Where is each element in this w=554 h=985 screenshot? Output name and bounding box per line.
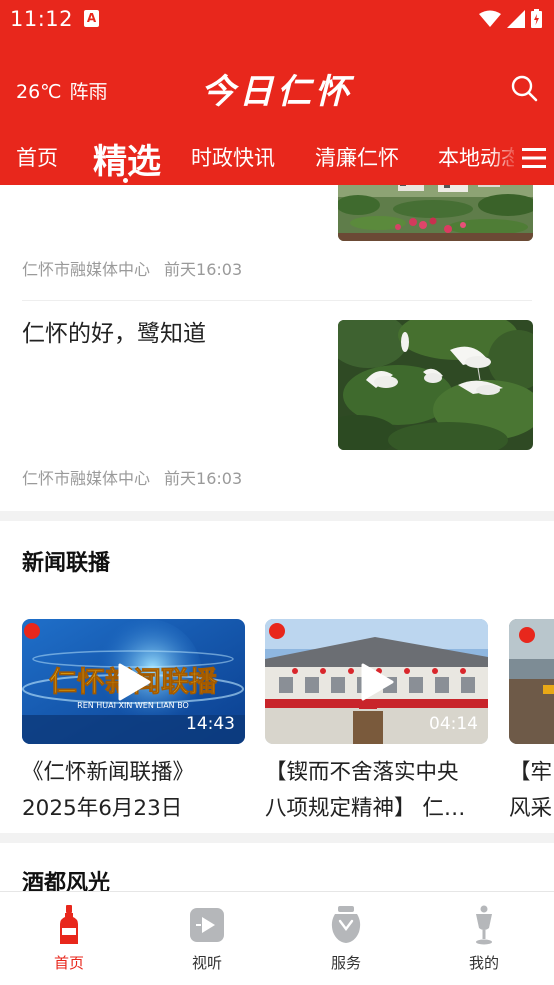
menu-icon [522,147,546,168]
search-icon [511,75,538,102]
search-button[interactable] [510,74,538,102]
article-meta: 仁怀市融媒体中心 前天16:03 [22,256,242,280]
list-item[interactable]: 仁怀市融媒体中心 前天16:03 [0,185,554,301]
video-thumbnail [509,619,554,744]
battery-icon [531,9,542,28]
app-logo-title: 今日仁怀 [201,72,353,112]
notification-app-icon: A [84,10,99,27]
tab-politics-news[interactable]: 时政快讯 [191,142,275,172]
article-title: 仁怀的好，鹭知道 [22,321,206,347]
nav-label: 首页 [53,954,84,972]
section-separator [0,511,554,521]
video-card[interactable]: 仁怀新闻联播 REN HUAI XIN WEN LIAN BO 14:43 《仁… [22,619,245,821]
news-feed[interactable]: 仁怀市融媒体中心 前天16:03 仁怀的好，鹭知道 仁怀市融媒体中心 前天16:03 [0,185,554,891]
app-header: 11:12 A 26℃ 阵雨 今日仁怀 首页 精选 时政快讯 清廉仁怀 本地动态 [0,0,554,185]
status-time: 11:12 [10,7,74,31]
article-time: 前天16:03 [164,260,243,279]
section-title-news-broadcast: 新闻联播 [22,551,111,576]
video-caption-line: 八项规定精神】 仁… [265,796,466,821]
tab-featured[interactable]: 精选 [93,134,161,183]
video-thumb-subtitle: REN HUAI XIN WEN LIAN BO [77,701,189,710]
tab-clean-renhuai[interactable]: 清廉仁怀 [315,142,399,172]
nav-video[interactable]: 视听 [167,904,247,973]
nav-home[interactable]: 首页 [29,904,109,973]
article-thumbnail [338,185,533,241]
wine-jar-icon [331,906,361,943]
play-icon [361,663,393,700]
article-source: 仁怀市融媒体中心 [22,260,151,279]
nav-label: 我的 [468,954,499,972]
video-thumbnail: 仁怀新闻联播 REN HUAI XIN WEN LIAN BO 14:43 [22,619,245,744]
active-tab-indicator [123,178,128,183]
liquor-bottle-icon [60,905,78,944]
play-icon [118,663,150,700]
video-duration: 04:14 [429,714,478,734]
status-bar: 11:12 A [0,0,554,40]
nav-label: 视听 [191,954,222,972]
nav-services[interactable]: 服务 [306,904,386,973]
video-card[interactable]: 04:14 【锲而不舍落实中央 八项规定精神】 仁… [265,619,488,821]
video-card[interactable]: 【牢 风采 [509,619,554,839]
video-caption-line: 2025年6月23日 [22,796,183,821]
bottom-navigation: 首页 视听 服务 我的 [0,891,554,985]
section-title-scenery: 酒都风光 [22,871,111,891]
nav-profile[interactable]: 我的 [444,904,524,973]
tab-home[interactable]: 首页 [16,142,58,172]
video-caption-line: 风采 [509,796,553,821]
video-caption-line: 【锲而不舍落实中央 [265,760,459,785]
goblet-icon [476,905,492,945]
article-meta: 仁怀市融媒体中心 前天16:03 [22,465,242,489]
wifi-icon [479,10,501,27]
section-separator [0,833,554,843]
article-source: 仁怀市融媒体中心 [22,469,151,488]
article-thumbnail [338,320,533,450]
video-caption: 【锲而不舍落实中央 八项规定精神】 仁… [265,755,495,827]
list-item[interactable]: 仁怀的好，鹭知道 仁怀市融媒体中心 前天16:03 [0,301,554,511]
video-caption: 【牢 风采 [509,755,554,827]
video-caption-line: 《仁怀新闻联播》 [22,760,195,785]
video-duration: 14:43 [186,714,235,734]
channel-menu-button[interactable] [514,130,554,185]
video-play-icon [190,908,224,942]
status-icons [479,9,542,28]
video-caption-line: 【牢 [509,760,553,785]
article-time: 前天16:03 [164,469,243,488]
channel-tabs: 首页 精选 时政快讯 清廉仁怀 本地动态 [0,130,554,185]
video-caption: 《仁怀新闻联播》 2025年6月23日 [22,755,252,827]
nav-label: 服务 [330,954,361,972]
signal-icon [507,9,525,28]
video-thumbnail: 04:14 [265,619,488,744]
